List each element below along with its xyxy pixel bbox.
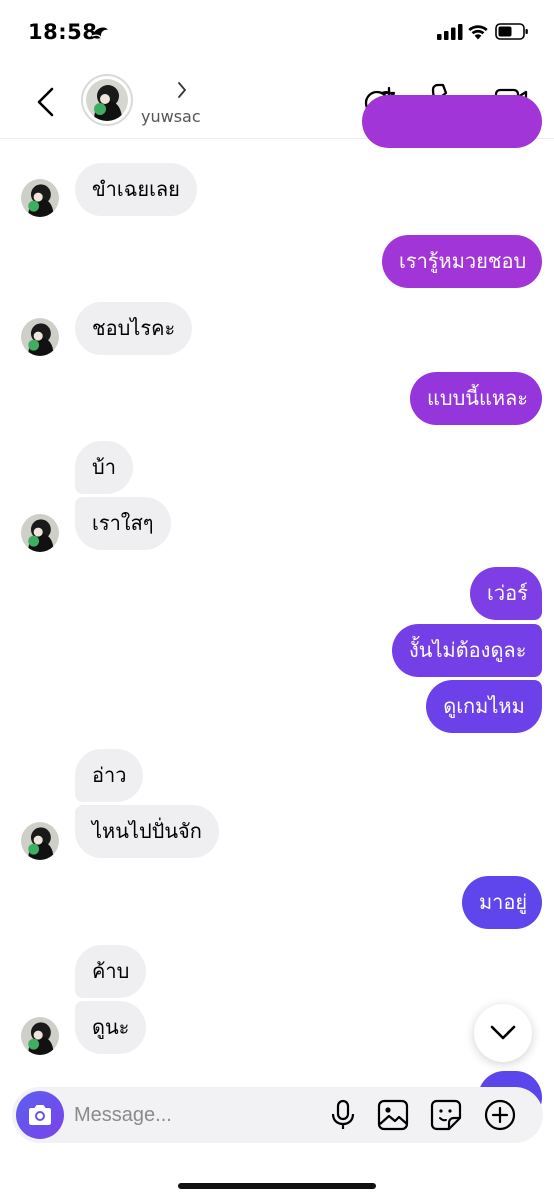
message-bubble-incoming[interactable]: อ่าว	[75, 749, 144, 802]
gallery-icon[interactable]	[377, 1099, 409, 1135]
message-bubble-incoming[interactable]: ดูนะ	[75, 1001, 147, 1054]
plus-circle-icon[interactable]	[484, 1099, 516, 1135]
status-bar: 18:58	[0, 0, 554, 64]
scroll-to-bottom-button[interactable]	[474, 1004, 532, 1062]
message-bubble-incoming[interactable]: ค้าบ	[75, 945, 147, 998]
message-bubble-incoming[interactable]: ไหนไปปั่นจัก	[75, 805, 219, 858]
sticker-icon[interactable]	[430, 1099, 462, 1135]
home-indicator	[178, 1183, 376, 1189]
message-bubble-incoming[interactable]: เราใสๆ	[75, 497, 171, 550]
camera-icon	[29, 1105, 51, 1125]
battery-icon	[495, 22, 529, 46]
contact-avatar[interactable]	[21, 822, 59, 860]
chevron-down-icon	[490, 1025, 516, 1040]
contact-avatar[interactable]	[21, 318, 59, 356]
message-composer	[12, 1087, 543, 1143]
message-input[interactable]	[74, 1100, 314, 1130]
message-bubble-outgoing[interactable]: แบบนี้แหละ	[410, 372, 542, 425]
message-bubble-incoming[interactable]: ชอบไรคะ	[75, 302, 193, 355]
status-time: 18:58	[28, 20, 98, 44]
message-bubble-outgoing[interactable]: เว่อร์	[470, 567, 542, 620]
message-bubble-outgoing[interactable]: งั้นไม่ต้องดูละ	[392, 624, 542, 677]
message-bubble-incoming[interactable]: บ้า	[75, 441, 133, 494]
message-bubble-incoming[interactable]: ขำเฉยเลย	[75, 163, 197, 216]
camera-button[interactable]	[16, 1091, 64, 1139]
contact-avatar[interactable]	[21, 1017, 59, 1055]
contact-avatar[interactable]	[21, 514, 59, 552]
cellular-signal-icon	[437, 24, 463, 44]
message-bubble-outgoing[interactable]: ดูเกมไหม	[426, 680, 542, 733]
message-bubble-outgoing[interactable]: เรารู้หมวยชอบ	[382, 235, 542, 288]
moon-icon	[90, 24, 110, 46]
message-bubble-outgoing[interactable]: มาอยู่	[462, 876, 542, 929]
microphone-icon[interactable]	[329, 1099, 357, 1135]
wifi-icon	[467, 23, 489, 44]
contact-avatar[interactable]	[21, 179, 59, 217]
